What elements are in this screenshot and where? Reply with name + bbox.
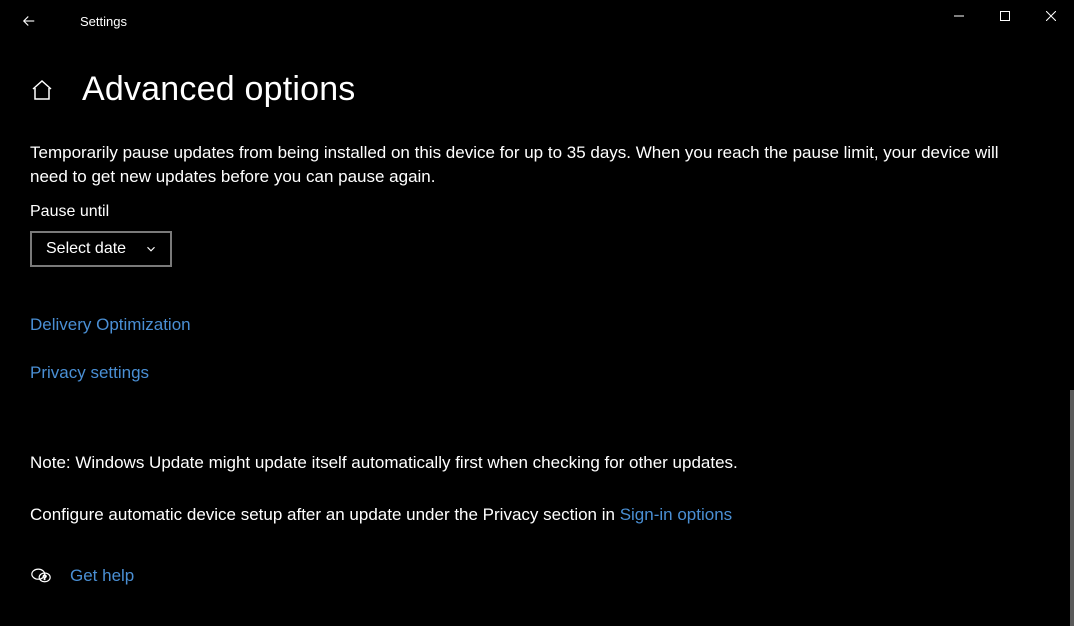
maximize-icon [1000,11,1010,21]
maximize-button[interactable] [982,0,1028,32]
get-help-link[interactable]: Get help [70,566,134,586]
page-header: Advanced options [30,70,1044,109]
page-title: Advanced options [82,70,356,109]
update-note: Note: Windows Update might update itself… [30,453,1044,473]
select-date-dropdown[interactable]: Select date [30,231,172,267]
select-date-value: Select date [46,240,126,258]
back-button[interactable] [20,0,60,42]
home-icon[interactable] [30,78,54,102]
back-arrow-icon [20,12,38,30]
app-title: Settings [80,14,127,29]
signin-options-link[interactable]: Sign-in options [620,505,732,524]
privacy-settings-link[interactable]: Privacy settings [30,363,1044,383]
content-area: Advanced options Temporarily pause updat… [0,70,1074,587]
chat-help-icon: ? [30,565,52,587]
pause-until-label: Pause until [30,203,1044,221]
configure-prefix: Configure automatic device setup after a… [30,505,620,524]
pause-description: Temporarily pause updates from being ins… [30,141,1040,189]
configure-text: Configure automatic device setup after a… [30,505,1044,525]
scrollbar[interactable] [1070,390,1074,626]
delivery-optimization-link[interactable]: Delivery Optimization [30,315,1044,335]
window-controls [936,0,1074,32]
close-icon [1046,11,1056,21]
minimize-icon [954,11,964,21]
svg-text:?: ? [43,574,47,581]
close-button[interactable] [1028,0,1074,32]
get-help-row: ? Get help [30,565,1044,587]
chevron-down-icon [144,242,158,256]
minimize-button[interactable] [936,0,982,32]
titlebar: Settings [0,0,1074,42]
